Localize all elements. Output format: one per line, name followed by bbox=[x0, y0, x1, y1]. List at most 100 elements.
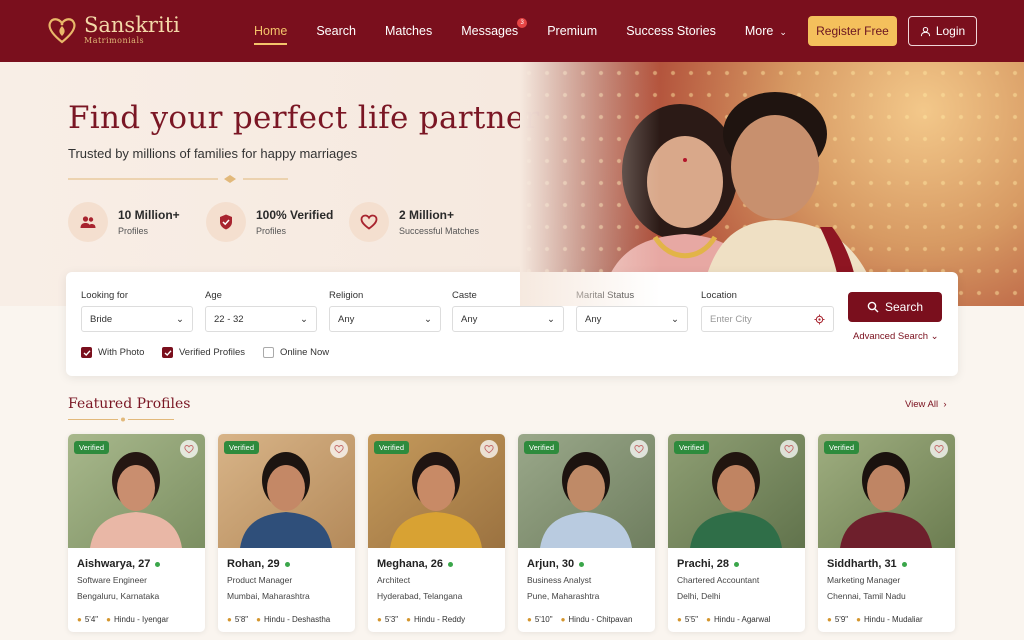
profile-name[interactable]: Rohan, 29 bbox=[227, 558, 290, 570]
couple-illustration bbox=[600, 92, 880, 306]
advanced-search-label: Advanced Search bbox=[853, 331, 928, 342]
verified-badge: Verified bbox=[524, 441, 560, 454]
favorite-heart-icon[interactable] bbox=[630, 440, 648, 458]
age-select[interactable]: 22 - 32 ⌄ bbox=[205, 306, 317, 332]
locate-icon[interactable] bbox=[814, 313, 825, 325]
with-photo-checkbox[interactable]: With Photo bbox=[81, 347, 144, 358]
main-menu: Home Search Matches Messages 3 Premium S… bbox=[254, 0, 787, 62]
verified-profiles-checkbox[interactable]: Verified Profiles bbox=[162, 347, 245, 358]
online-now-checkbox[interactable]: Online Now bbox=[263, 347, 329, 358]
view-all-link[interactable]: View All › bbox=[905, 399, 947, 410]
hero-subtitle: Trusted by millions of families for happ… bbox=[68, 146, 358, 161]
profile-community: Hindu - Chitpavan bbox=[568, 615, 633, 624]
chevron-right-icon: › bbox=[943, 399, 947, 410]
brand-tagline: Matrimonials bbox=[84, 36, 145, 45]
stat-matches: 2 Million+ Successful Matches bbox=[349, 202, 479, 242]
profile-name[interactable]: Meghana, 26 bbox=[377, 558, 454, 570]
chevron-down-icon: ⌄ bbox=[300, 313, 308, 325]
checkbox-checked-icon bbox=[162, 347, 173, 358]
marital-status-select[interactable]: Any ⌄ bbox=[576, 306, 688, 332]
location-field: Location Enter City bbox=[701, 290, 834, 332]
looking-for-select[interactable]: Bride ⌄ bbox=[81, 306, 193, 332]
person-icon: ● bbox=[106, 615, 111, 624]
religion-select[interactable]: Any ⌄ bbox=[329, 306, 441, 332]
person-icon: ● bbox=[227, 615, 232, 624]
profile-height: 5'3" bbox=[384, 615, 399, 624]
looking-for-field: Looking for Bride ⌄ bbox=[81, 290, 193, 332]
favorite-heart-icon[interactable] bbox=[480, 440, 498, 458]
hero-title: Find your perfect life partner bbox=[68, 100, 540, 136]
profile-location: Mumbai, Maharashtra bbox=[227, 591, 310, 601]
users-icon bbox=[68, 202, 108, 242]
couple-photo bbox=[520, 62, 1024, 306]
input-placeholder: Enter City bbox=[710, 313, 752, 325]
login-button[interactable]: Login bbox=[908, 16, 977, 46]
person-icon: ● bbox=[256, 615, 261, 624]
nav-home[interactable]: Home bbox=[254, 0, 288, 62]
favorite-heart-icon[interactable] bbox=[330, 440, 348, 458]
register-free-button[interactable]: Register Free bbox=[808, 16, 897, 46]
profile-name[interactable]: Siddharth, 31 bbox=[827, 558, 907, 570]
verified-badge: Verified bbox=[74, 441, 110, 454]
search-button-label: Search bbox=[884, 300, 924, 314]
profile-name[interactable]: Aishwarya, 27 bbox=[77, 558, 161, 570]
nav-premium[interactable]: Premium bbox=[547, 0, 597, 62]
field-label: Age bbox=[205, 290, 222, 301]
age-field: Age 22 - 32 ⌄ bbox=[205, 290, 317, 332]
online-status-dot bbox=[901, 561, 907, 567]
profile-occupation: Software Engineer bbox=[77, 575, 147, 585]
nav-success-stories[interactable]: Success Stories bbox=[626, 0, 716, 62]
quick-search-panel: Looking for Bride ⌄ Age 22 - 32 ⌄ Religion… bbox=[66, 272, 958, 376]
profile-name-text: Siddharth, 31 bbox=[827, 558, 897, 570]
profile-card[interactable]: Verified Siddharth, 31 Marketing Manager… bbox=[818, 434, 955, 632]
profile-location: Pune, Maharashtra bbox=[527, 591, 600, 601]
nav-matches[interactable]: Matches bbox=[385, 0, 432, 62]
profile-name[interactable]: Arjun, 30 bbox=[527, 558, 585, 570]
person-icon: ● bbox=[706, 615, 711, 624]
profile-community: Hindu - Reddy bbox=[413, 615, 466, 624]
profile-card[interactable]: Verified Rohan, 29 Product Manager Mumba… bbox=[218, 434, 355, 632]
checkbox-label: With Photo bbox=[98, 347, 145, 358]
select-value: Bride bbox=[90, 313, 113, 325]
profile-height: 5'10" bbox=[534, 615, 553, 624]
online-status-dot bbox=[284, 561, 290, 567]
profile-card[interactable]: Verified Meghana, 26 Architect Hyderabad… bbox=[368, 434, 505, 632]
brand-name: Sanskriti bbox=[84, 13, 180, 37]
view-all-label: View All bbox=[905, 399, 939, 410]
favorite-heart-icon[interactable] bbox=[780, 440, 798, 458]
nav-more[interactable]: More ⌄ bbox=[745, 0, 787, 62]
chevron-down-icon: ⌄ bbox=[779, 27, 787, 37]
select-value: 22 - 32 bbox=[214, 313, 244, 325]
favorite-heart-icon[interactable] bbox=[180, 440, 198, 458]
caste-select[interactable]: Any ⌄ bbox=[452, 306, 564, 332]
person-icon: ● bbox=[827, 615, 832, 624]
stat-verified: 100% Verified Profiles bbox=[206, 202, 333, 242]
profile-height: 5'8" bbox=[234, 615, 249, 624]
search-icon bbox=[867, 301, 879, 313]
divider-ornament bbox=[68, 175, 288, 183]
chevron-down-icon: ⌄ bbox=[176, 313, 184, 325]
user-icon bbox=[920, 26, 930, 36]
profile-meta: ● 5'5" ● Hindu - Agarwal bbox=[677, 615, 770, 624]
section-underline bbox=[68, 417, 174, 422]
top-navbar: Sanskriti Matrimonials Home Search Match… bbox=[0, 0, 1024, 62]
profile-card[interactable]: Verified Arjun, 30 Business Analyst Pune… bbox=[518, 434, 655, 632]
hero-banner: Find your perfect life partner Trusted b… bbox=[0, 62, 1024, 306]
person-icon: ● bbox=[377, 615, 382, 624]
nav-search[interactable]: Search bbox=[316, 0, 356, 62]
nav-messages[interactable]: Messages 3 bbox=[461, 0, 528, 62]
profile-card[interactable]: Verified Prachi, 28 Chartered Accountant… bbox=[668, 434, 805, 632]
profile-name-text: Meghana, 26 bbox=[377, 558, 444, 570]
search-button[interactable]: Search bbox=[848, 292, 942, 322]
location-input[interactable]: Enter City bbox=[701, 306, 834, 332]
field-label: Location bbox=[701, 290, 737, 301]
profile-height: 5'4" bbox=[84, 615, 99, 624]
advanced-search-link[interactable]: Advanced Search ⌄ bbox=[853, 331, 939, 342]
brand-logo[interactable]: Sanskriti Matrimonials bbox=[46, 14, 180, 46]
favorite-heart-icon[interactable] bbox=[930, 440, 948, 458]
profile-card[interactable]: Verified Aishwarya, 27 Software Engineer… bbox=[68, 434, 205, 632]
profile-meta: ● 5'4" ● Hindu - Iyengar bbox=[77, 615, 169, 624]
profile-meta: ● 5'10" ● Hindu - Chitpavan bbox=[527, 615, 632, 624]
person-icon: ● bbox=[560, 615, 566, 624]
profile-name[interactable]: Prachi, 28 bbox=[677, 558, 739, 570]
